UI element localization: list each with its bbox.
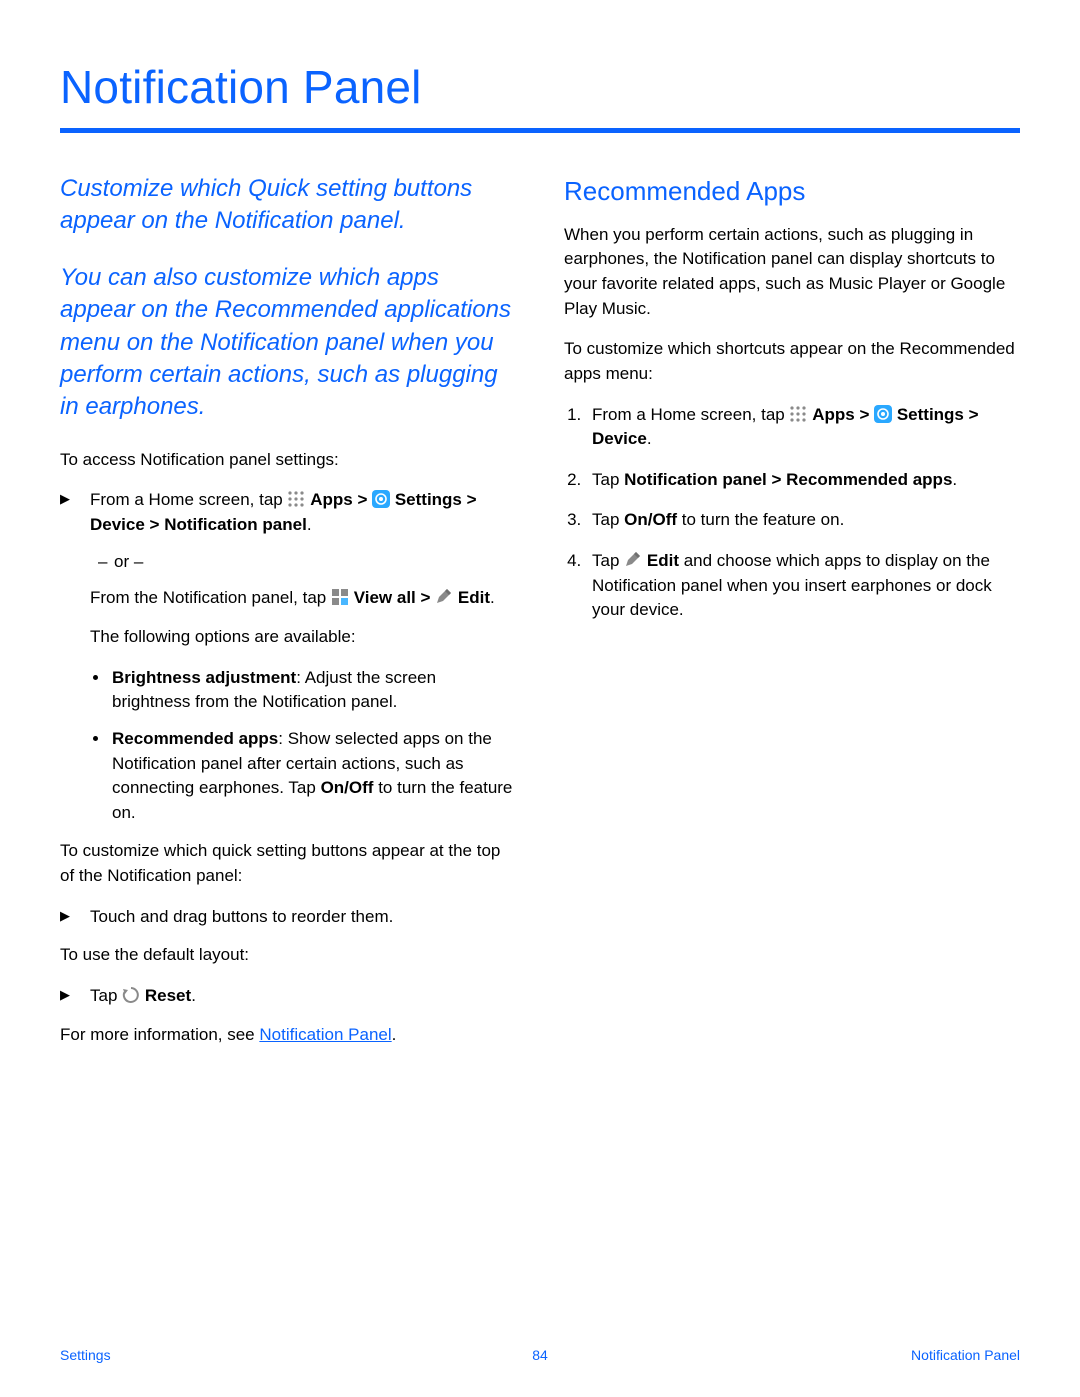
rec-step-3: Tap On/Off to turn the feature on.	[586, 508, 1020, 533]
settings-label: Settings	[897, 405, 964, 424]
gt: >	[859, 405, 874, 424]
access-steps: From a Home screen, tap Apps > Settings …	[60, 488, 516, 825]
prefix: For more information, see	[60, 1025, 259, 1044]
footer-right: Notification Panel	[911, 1347, 1020, 1363]
apps-grid-icon	[789, 405, 807, 423]
option-recommended-apps: Recommended apps: Show selected apps on …	[110, 727, 516, 826]
or-line: or –	[102, 550, 516, 575]
rec-step-2: Tap Notification panel > Recommended app…	[586, 468, 1020, 493]
bold: Edit	[647, 551, 679, 570]
alt-step: From the Notification panel, tap View al…	[90, 586, 516, 611]
default-lead: To use the default layout:	[60, 943, 516, 968]
settings-icon	[372, 490, 390, 508]
tail: to turn the feature on.	[677, 510, 844, 529]
footer-left: Settings	[60, 1347, 111, 1363]
reorder-step: Touch and drag buttons to reorder them.	[60, 905, 516, 930]
onoff: On/Off	[321, 778, 374, 797]
title-rule	[60, 128, 1020, 133]
period: .	[647, 429, 652, 448]
edit-label: Edit	[458, 588, 490, 607]
period: .	[490, 588, 495, 607]
edit-icon	[435, 588, 453, 606]
viewall-label: View all	[354, 588, 416, 607]
reset-item: Tap Reset.	[80, 984, 516, 1009]
period: .	[307, 515, 312, 534]
apps-label: Apps	[310, 490, 353, 509]
access-lead: To access Notification panel settings:	[60, 448, 516, 473]
or-alternative: or –	[90, 550, 516, 575]
text: From a Home screen, tap	[90, 490, 287, 509]
bold: On/Off	[624, 510, 677, 529]
tap-word: Tap	[90, 986, 122, 1005]
label: Recommended apps	[112, 729, 278, 748]
reset-label: Reset	[145, 986, 191, 1005]
apps-label: Apps	[812, 405, 855, 424]
page-title: Notification Panel	[60, 60, 1020, 114]
edit-icon	[624, 551, 642, 569]
column-layout: Customize which Quick setting buttons ap…	[60, 173, 1020, 1063]
notification-panel-link[interactable]: Notification Panel	[259, 1025, 391, 1044]
text: From a Home screen, tap	[592, 405, 789, 424]
rec-p1: When you perform certain actions, such a…	[564, 223, 1020, 322]
gt: >	[421, 588, 436, 607]
rec-step-4: Tap Edit and choose which apps to displa…	[586, 549, 1020, 623]
text: From the Notification panel, tap	[90, 588, 331, 607]
view-all-icon	[331, 588, 349, 606]
apps-grid-icon	[287, 490, 305, 508]
reset-icon	[122, 986, 140, 1004]
label: Brightness adjustment	[112, 668, 296, 687]
settings-label: Settings	[395, 490, 462, 509]
options-list: Brightness adjustment: Adjust the screen…	[90, 666, 516, 826]
page-footer: Settings 84 Notification Panel	[0, 1347, 1080, 1363]
prefix: Tap	[592, 551, 624, 570]
customize-lead: To customize which quick setting buttons…	[60, 839, 516, 888]
access-step-1: From a Home screen, tap Apps > Settings …	[80, 488, 516, 825]
period: .	[392, 1025, 397, 1044]
period: .	[191, 986, 196, 1005]
period: .	[952, 470, 957, 489]
right-column: Recommended Apps When you perform certai…	[564, 173, 1020, 1063]
rec-step-1: From a Home screen, tap Apps > Settings …	[586, 403, 1020, 452]
intro-text-1: Customize which Quick setting buttons ap…	[60, 173, 516, 238]
options-lead: The following options are available:	[90, 625, 516, 650]
gt: >	[357, 490, 372, 509]
prefix: Tap	[592, 510, 624, 529]
rec-p2: To customize which shortcuts appear on t…	[564, 337, 1020, 386]
more-info: For more information, see Notification P…	[60, 1023, 516, 1048]
settings-icon	[874, 405, 892, 423]
intro-text-2: You can also customize which apps appear…	[60, 262, 516, 424]
reorder-item: Touch and drag buttons to reorder them.	[80, 905, 516, 930]
left-column: Customize which Quick setting buttons ap…	[60, 173, 516, 1063]
prefix: Tap	[592, 470, 624, 489]
reset-step: Tap Reset.	[60, 984, 516, 1009]
manual-page: Notification Panel Customize which Quick…	[0, 0, 1080, 1397]
rec-steps: From a Home screen, tap Apps > Settings …	[564, 403, 1020, 623]
footer-page-number: 84	[532, 1347, 548, 1363]
recommended-apps-heading: Recommended Apps	[564, 173, 1020, 211]
option-brightness: Brightness adjustment: Adjust the screen…	[110, 666, 516, 715]
bold: Notification panel > Recommended apps	[624, 470, 952, 489]
